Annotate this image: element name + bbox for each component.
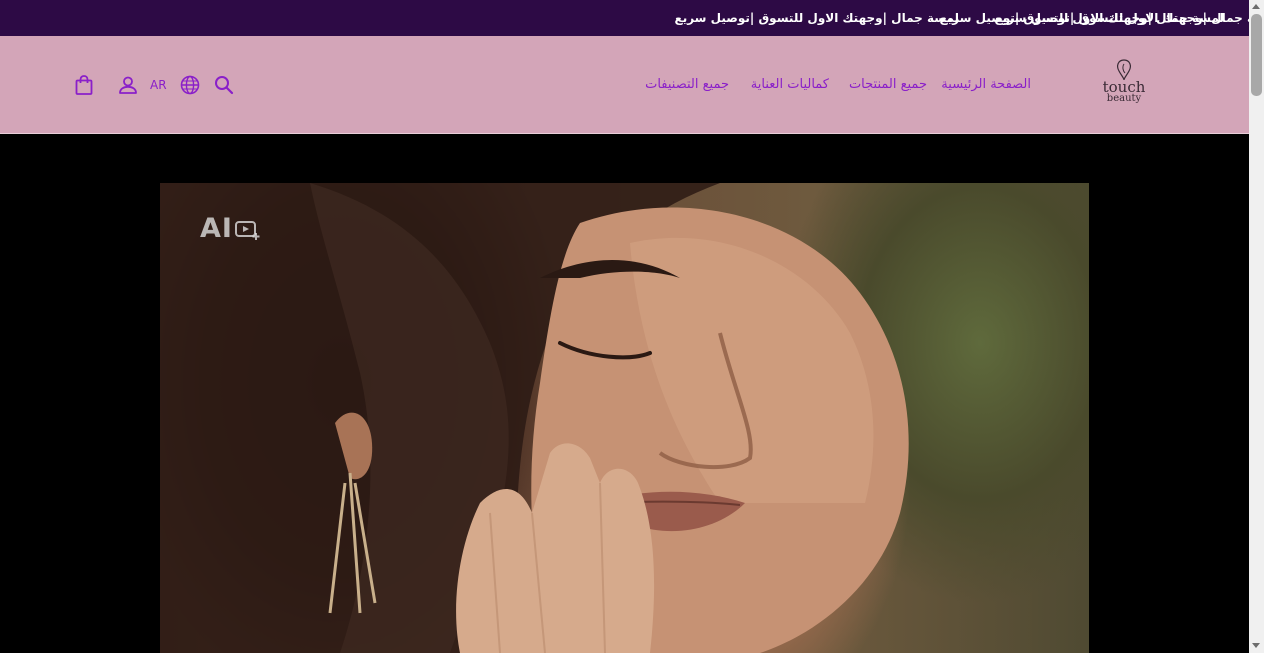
search-icon[interactable] [212,73,236,97]
nav-link-all-products[interactable]: جميع المنتجات [849,36,927,134]
nav-link-all-categories[interactable]: جميع التصنيفات [645,36,729,134]
announcement-message: لمسة جمال |وجهتك الاول للتسوق |توصيل سري… [674,11,959,25]
user-icon[interactable] [116,73,140,97]
page: لمسة جمال |وجهتك الاول للتسوق |توصيل سري… [0,0,1249,653]
ai-video-icon [235,221,260,240]
ai-badge-text: AI [200,213,233,244]
scrollbar-thumb[interactable] [1251,14,1262,96]
shopping-bag-icon[interactable] [72,73,96,97]
hero-section: AI [0,135,1249,653]
nav-link-care-accessories[interactable]: كماليات العناية [751,36,829,134]
announcement-bar: لمسة جمال |وجهتك الاول للتسوق |توصيل سري… [0,0,1249,36]
site-logo[interactable]: touch beauty [1100,58,1148,110]
hero-video[interactable]: AI [160,183,1089,653]
announcement-message: لمسة جمال |وجهتك الاول للتسوق |توصيل سري… [994,11,1249,25]
scroll-down-arrow-icon[interactable] [1252,643,1260,648]
scroll-up-arrow-icon[interactable] [1252,4,1260,9]
nav-link-home[interactable]: الصفحة الرئيسية [941,36,1031,134]
globe-icon[interactable] [178,73,202,97]
language-selector[interactable]: AR [150,36,167,134]
site-header: touch beauty الصفحة الرئيسية جميع المنتج… [0,36,1249,134]
logo-text-primary: touch [1102,78,1146,96]
hero-video-frame [160,183,909,653]
logo-text-secondary: beauty [1106,93,1142,104]
page-scrollbar[interactable] [1249,0,1264,653]
